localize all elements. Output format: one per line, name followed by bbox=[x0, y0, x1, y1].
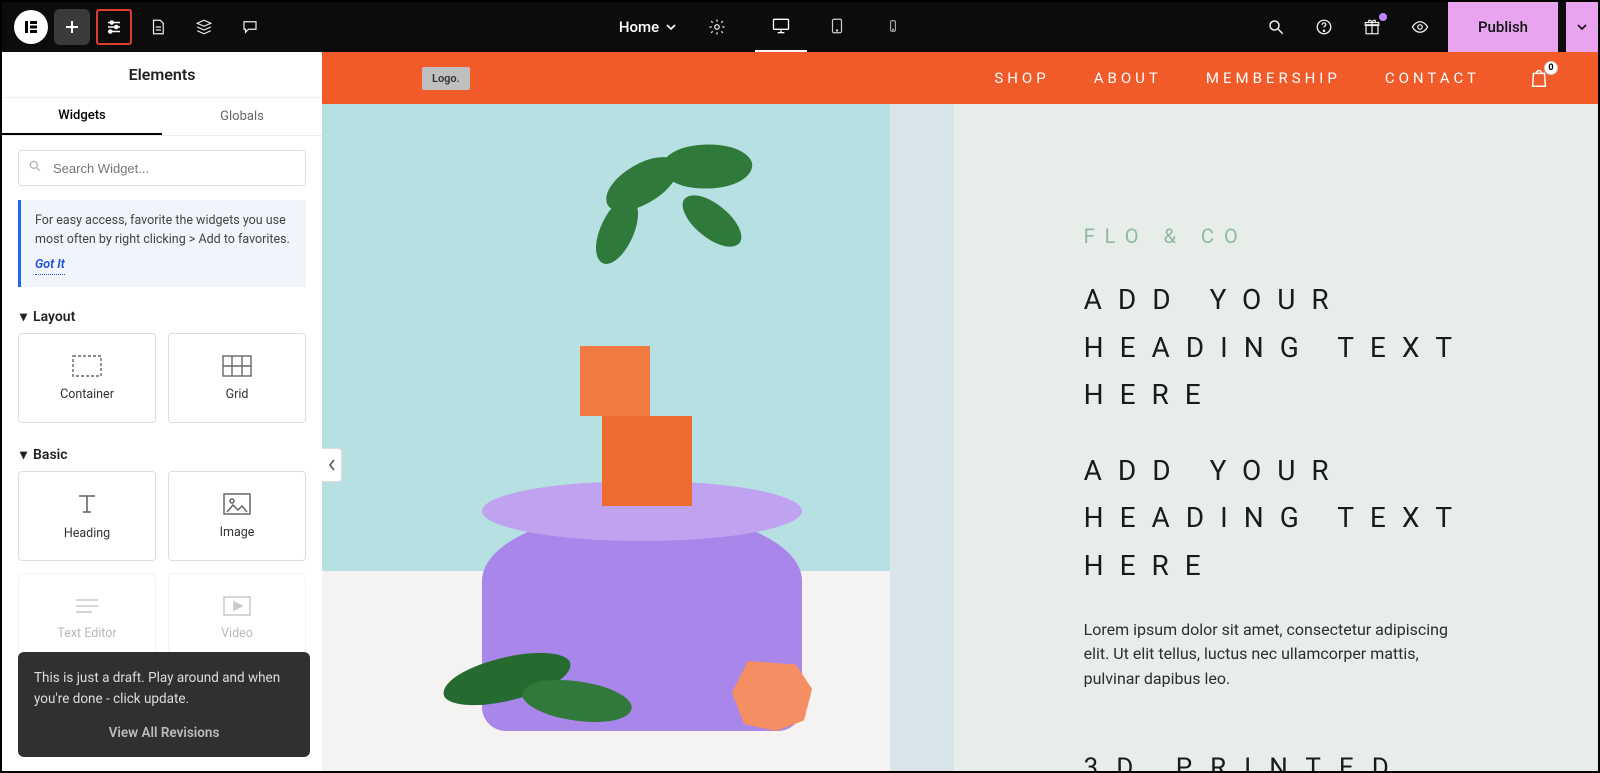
hero-heading-1[interactable]: ADD YOUR HEADING TEXT HERE bbox=[1084, 276, 1538, 419]
caret-down-icon: ▾ bbox=[20, 309, 27, 325]
hero-heading-2[interactable]: ADD YOUR HEADING TEXT HERE bbox=[1084, 447, 1538, 590]
chevron-left-icon bbox=[328, 459, 336, 471]
hero-content: FLO & CO ADD YOUR HEADING TEXT HERE ADD … bbox=[954, 104, 1598, 771]
desktop-icon bbox=[770, 16, 792, 36]
grid-icon bbox=[222, 355, 252, 377]
widget-text-editor[interactable]: Text Editor bbox=[18, 573, 156, 663]
hero-image[interactable] bbox=[322, 104, 954, 771]
tab-globals[interactable]: Globals bbox=[162, 98, 322, 135]
help-icon bbox=[1315, 18, 1333, 36]
container-icon bbox=[72, 355, 102, 377]
chevron-down-icon bbox=[665, 21, 677, 33]
heading-icon bbox=[73, 492, 101, 516]
draft-toast: This is just a draft. Play around and wh… bbox=[18, 652, 310, 757]
widget-heading[interactable]: Heading bbox=[18, 471, 156, 561]
caret-down-icon: ▾ bbox=[20, 447, 27, 463]
toast-text: This is just a draft. Play around and wh… bbox=[34, 670, 280, 706]
cart-button[interactable]: 0 bbox=[1528, 67, 1550, 89]
chevron-down-icon bbox=[1576, 21, 1588, 33]
section-basic-toggle[interactable]: ▾ Basic bbox=[2, 437, 322, 471]
add-element-button[interactable] bbox=[54, 9, 90, 45]
page-selector-dropdown[interactable]: Home bbox=[607, 2, 689, 52]
tab-widgets[interactable]: Widgets bbox=[2, 98, 162, 135]
hero-subheading[interactable]: 3D PRINTED VASES bbox=[1084, 746, 1538, 771]
nav-shop[interactable]: SHOP bbox=[994, 69, 1049, 87]
search-icon bbox=[1267, 18, 1285, 36]
whats-new-button[interactable] bbox=[1352, 7, 1392, 47]
hero-lorem[interactable]: Lorem ipsum dolor sit amet, consectetur … bbox=[1084, 618, 1464, 692]
elementor-logo-icon[interactable] bbox=[14, 10, 48, 44]
publish-options-button[interactable] bbox=[1566, 2, 1598, 52]
finder-search-button[interactable] bbox=[1256, 7, 1296, 47]
notes-button[interactable] bbox=[230, 7, 270, 47]
page-name: Home bbox=[619, 18, 659, 36]
responsive-device-tabs bbox=[755, 2, 919, 52]
image-icon bbox=[223, 493, 251, 515]
device-desktop-tab[interactable] bbox=[755, 2, 807, 52]
hero-section: FLO & CO ADD YOUR HEADING TEXT HERE ADD … bbox=[322, 104, 1598, 771]
panel-title: Elements bbox=[2, 52, 322, 98]
nav-contact[interactable]: CONTACT bbox=[1385, 69, 1480, 87]
widget-grid[interactable]: Grid bbox=[168, 333, 306, 423]
view-revisions-link[interactable]: View All Revisions bbox=[34, 723, 294, 743]
gift-icon bbox=[1363, 18, 1381, 36]
panel-collapse-handle[interactable] bbox=[322, 448, 342, 482]
section-layout-toggle[interactable]: ▾ Layout bbox=[2, 299, 322, 333]
site-nav: SHOP ABOUT MEMBERSHIP CONTACT bbox=[994, 69, 1480, 87]
search-icon bbox=[28, 159, 42, 173]
favorites-tip: For easy access, favorite the widgets yo… bbox=[18, 200, 306, 287]
hero-brand[interactable]: FLO & CO bbox=[1084, 224, 1538, 248]
cart-count-badge: 0 bbox=[1544, 61, 1558, 75]
nav-membership[interactable]: MEMBERSHIP bbox=[1206, 69, 1341, 87]
editor-canvas: Logo. SHOP ABOUT MEMBERSHIP CONTACT 0 bbox=[322, 52, 1598, 771]
preview-button[interactable] bbox=[1400, 7, 1440, 47]
nav-about[interactable]: ABOUT bbox=[1094, 69, 1162, 87]
tip-dismiss-link[interactable]: Got It bbox=[35, 256, 65, 276]
help-button[interactable] bbox=[1304, 7, 1344, 47]
panel-tabs: Widgets Globals bbox=[2, 98, 322, 136]
eye-icon bbox=[1410, 18, 1430, 36]
publish-button[interactable]: Publish bbox=[1448, 2, 1558, 52]
site-settings-button[interactable] bbox=[96, 9, 132, 45]
tablet-icon bbox=[828, 15, 846, 37]
structure-button[interactable] bbox=[184, 7, 224, 47]
widget-search-input[interactable] bbox=[18, 150, 306, 186]
widget-video[interactable]: Video bbox=[168, 573, 306, 663]
document-settings-button[interactable] bbox=[697, 7, 737, 47]
video-icon bbox=[223, 596, 251, 616]
site-logo-placeholder[interactable]: Logo. bbox=[422, 67, 470, 90]
notification-dot bbox=[1379, 13, 1387, 21]
mobile-icon bbox=[886, 15, 900, 37]
tip-text: For easy access, favorite the widgets yo… bbox=[35, 213, 290, 247]
site-header: Logo. SHOP ABOUT MEMBERSHIP CONTACT 0 bbox=[322, 52, 1598, 104]
device-tablet-tab[interactable] bbox=[811, 2, 863, 52]
text-editor-icon bbox=[74, 596, 100, 616]
widget-container[interactable]: Container bbox=[18, 333, 156, 423]
widget-image[interactable]: Image bbox=[168, 471, 306, 561]
app-topbar: Home bbox=[2, 2, 1598, 52]
page-settings-button[interactable] bbox=[138, 7, 178, 47]
device-mobile-tab[interactable] bbox=[867, 2, 919, 52]
